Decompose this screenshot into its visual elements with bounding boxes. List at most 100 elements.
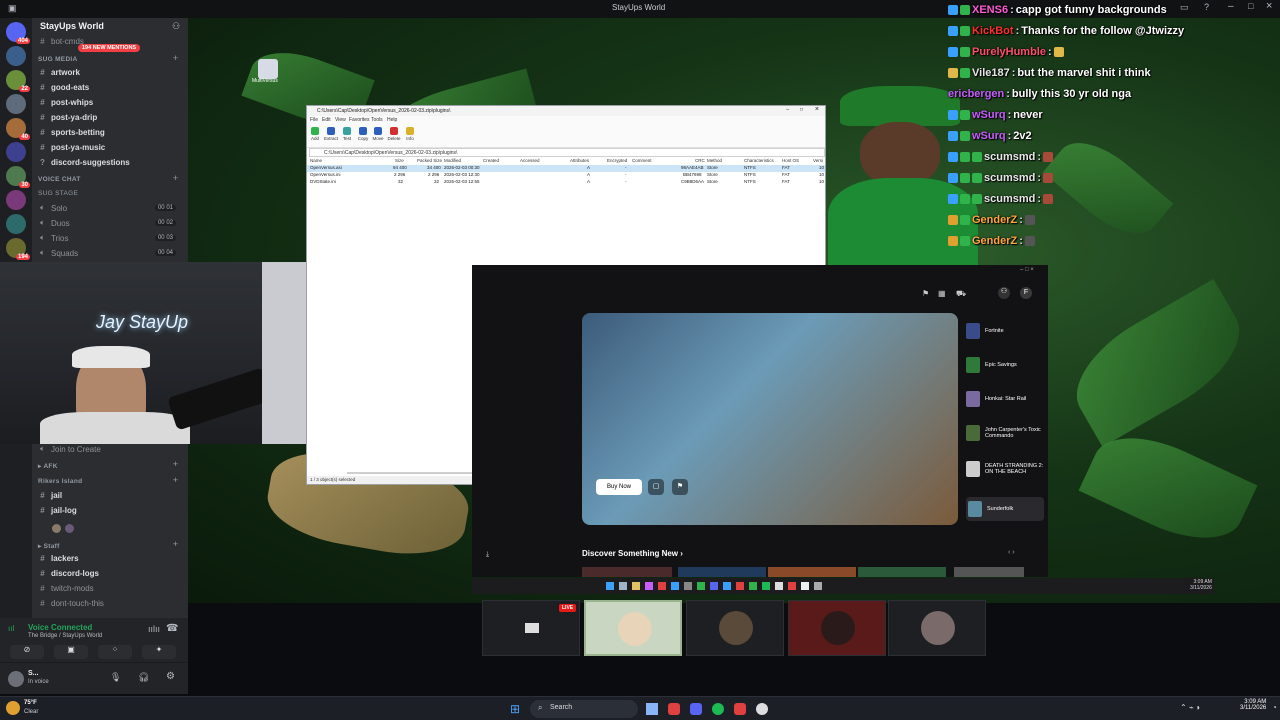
voice-channel-join-to-create[interactable]: 🔈︎ Join to Create [38, 442, 184, 456]
weather-icon[interactable] [6, 701, 20, 715]
channel-artwork[interactable]: # artwork [38, 65, 184, 79]
username[interactable]: S... [28, 670, 39, 677]
server-icon[interactable] [6, 142, 26, 162]
maximize-button[interactable]: □ [800, 107, 803, 113]
wishlist-icon[interactable]: ⚑ [922, 289, 929, 298]
wishlist-button[interactable]: ▢ [648, 479, 664, 495]
server-icon[interactable]: 22 [6, 70, 30, 92]
channel-lackers[interactable]: # lackers [38, 551, 184, 565]
inbox-icon[interactable]: ▭ [1180, 2, 1189, 13]
stream-thumbnail[interactable] [888, 600, 986, 656]
minimize-button[interactable]: – [786, 107, 789, 113]
avatar[interactable] [8, 671, 24, 687]
weather-temp[interactable]: 75°F [24, 700, 37, 706]
add-channel-icon[interactable]: + [173, 475, 178, 485]
add-channel-icon[interactable]: + [173, 459, 178, 469]
menu-edit[interactable]: Edit [322, 117, 331, 123]
channel-sports-betting[interactable]: # sports-betting [38, 125, 184, 139]
col-version[interactable]: Versi [813, 158, 823, 163]
channel-post-ya-music[interactable]: # post-ya-music [38, 140, 184, 154]
col-encrypted[interactable]: Encrypted [607, 158, 627, 163]
table-row[interactable]: DVDState.ini 32 32 2026-02-03 12:55 A - … [307, 179, 825, 186]
server-icon[interactable]: 30 [6, 166, 30, 188]
col-crc[interactable]: CRC [695, 158, 705, 163]
col-comment[interactable]: Comment [632, 158, 652, 163]
category-rikers-island[interactable]: Rikers Island [38, 478, 82, 485]
game-card[interactable] [954, 567, 1024, 577]
help-icon[interactable]: ? [1204, 2, 1209, 12]
move-button[interactable]: Move [370, 127, 386, 141]
server-name[interactable]: StayUps World [40, 21, 104, 31]
col-name[interactable]: Name [310, 158, 322, 163]
discover-heading[interactable]: Discover Something New › [582, 549, 683, 558]
bookmark-button[interactable]: ⚑ [672, 479, 688, 495]
window-controls[interactable]: – □ × [1020, 267, 1034, 273]
server-icon[interactable] [6, 190, 26, 210]
brave-icon[interactable] [668, 703, 680, 715]
obs-icon[interactable] [756, 703, 768, 715]
multiversus-icon[interactable] [258, 59, 278, 79]
close-button[interactable]: × [815, 106, 819, 113]
soundboard-button[interactable]: ✦ [142, 645, 176, 659]
col-packed-size[interactable]: Packed Size [417, 158, 442, 163]
game-card[interactable] [582, 567, 672, 577]
channel-dont-touch-this[interactable]: # dont-touch-this [38, 596, 184, 610]
microphone-icon[interactable]: 🎙︎ [110, 672, 121, 683]
featured-banner[interactable]: Buy Now ▢ ⚑ [582, 313, 958, 525]
close-button[interactable]: × [1266, 0, 1272, 12]
voice-channel-solo[interactable]: 🔈︎ Solo 00 01 [38, 201, 184, 215]
col-accessed[interactable]: Accessed [520, 158, 540, 163]
search-input[interactable]: ⌕ Search [530, 700, 638, 718]
server-icon[interactable]: 194 [6, 238, 30, 260]
channel-post-ya-drip[interactable]: # post-ya-drip [38, 110, 184, 124]
menu-tools[interactable]: Tools [371, 117, 383, 123]
stream-thumbnail[interactable]: LIVE [482, 600, 580, 656]
stream-thumbnail[interactable] [788, 600, 886, 656]
camera-off-button[interactable]: ⊘ [10, 645, 44, 659]
cart-icon[interactable]: ⛟ [956, 289, 966, 299]
category-voice-chat[interactable]: VOICE CHAT [38, 176, 81, 183]
category-staff[interactable]: ▸ Staff [38, 542, 60, 550]
category-sug-stage[interactable]: SUG STAGE [38, 190, 78, 197]
col-host-os[interactable]: Host OS [782, 158, 799, 163]
buy-now-button[interactable]: Buy Now [596, 479, 642, 495]
voice-channel-squads[interactable]: 🔈︎ Squads 00 04 [38, 246, 184, 260]
category-afk[interactable]: ▸ AFK [38, 462, 58, 470]
voice-user-avatars[interactable] [52, 520, 84, 533]
spotify-icon[interactable] [712, 703, 724, 715]
server-icon[interactable] [6, 46, 26, 66]
home-icon[interactable]: 404 [6, 22, 30, 44]
noise-suppression-icon[interactable]: ıılıı [148, 624, 160, 634]
add-channel-icon[interactable]: + [173, 53, 178, 63]
start-icon[interactable]: ⊞ [510, 702, 520, 716]
game-card[interactable] [858, 567, 946, 577]
game-card[interactable] [678, 567, 766, 577]
tray-icons[interactable]: ⌃ ⌁ ◗ [1180, 703, 1201, 712]
add-button[interactable]: Add [307, 127, 323, 141]
table-row[interactable]: OpenVersus.asi 94 400 34 400 2026-02-03 … [307, 165, 825, 172]
download-icon[interactable]: ⤓ [486, 551, 489, 559]
discord-icon[interactable] [690, 703, 702, 715]
adobe-icon[interactable] [734, 703, 746, 715]
test-button[interactable]: Test [339, 127, 355, 141]
channel-discord-suggestions[interactable]: ? discord-suggestions [38, 155, 184, 169]
channel-good-eats[interactable]: # good-eats [38, 80, 184, 94]
add-channel-icon[interactable]: + [173, 173, 178, 183]
add-channel-icon[interactable]: + [173, 539, 178, 549]
voice-location[interactable]: The Bridge / StayUps World [28, 633, 102, 639]
delete-button[interactable]: Delete [386, 127, 402, 141]
copy-button[interactable]: Copy [355, 127, 371, 141]
library-item-epic-savings[interactable]: Epic Savings [966, 357, 1044, 373]
friends-icon[interactable]: ⚇ [998, 287, 1010, 299]
channel-twitch-mods[interactable]: # twitch-mods [38, 581, 184, 595]
menu-help[interactable]: Help [387, 117, 397, 123]
task-view-icon[interactable] [646, 703, 658, 715]
col-created[interactable]: Created [483, 158, 499, 163]
voice-channel-trios[interactable]: 🔈︎ Trios 00 03 [38, 231, 184, 245]
col-method[interactable]: Method [707, 158, 722, 163]
notification-icon[interactable]: ◔ [1272, 703, 1277, 712]
system-clock[interactable]: 3:09 AM 3/11/2026 [1240, 699, 1266, 711]
channel-jail-log[interactable]: # jail-log [38, 503, 184, 517]
stream-thumbnail-selected[interactable] [584, 600, 682, 656]
library-item-death-stranding[interactable]: DEATH STRANDING 2: ON THE BEACH [966, 461, 1044, 477]
